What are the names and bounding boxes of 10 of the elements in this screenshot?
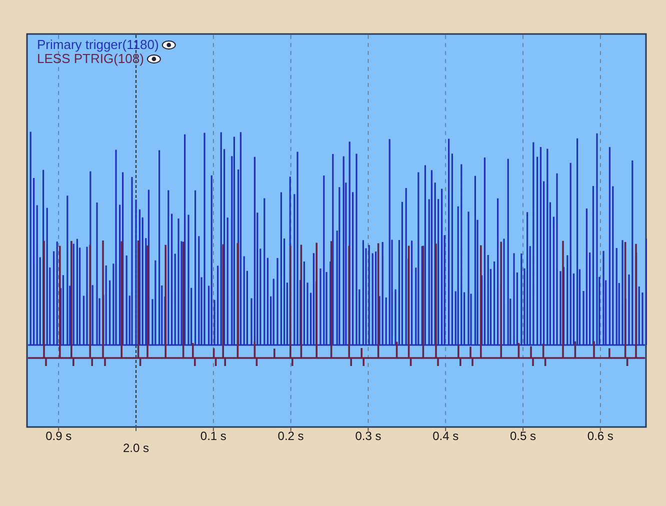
time-label: 0.2 s (278, 429, 304, 443)
legend-label: LESS PTRIG(108) (37, 51, 144, 66)
time-label: 0.1 s (200, 429, 226, 443)
time-label: 0.6 s (587, 429, 614, 443)
legend-label: Primary trigger(1180) (37, 37, 159, 52)
time-label: 2.0 s (123, 441, 149, 455)
time-label: 0.3 s (355, 429, 382, 443)
time-label: 0.5 s (510, 429, 536, 443)
time-label: 0.9 s (46, 429, 72, 443)
time-label: 0.4 s (432, 429, 459, 443)
